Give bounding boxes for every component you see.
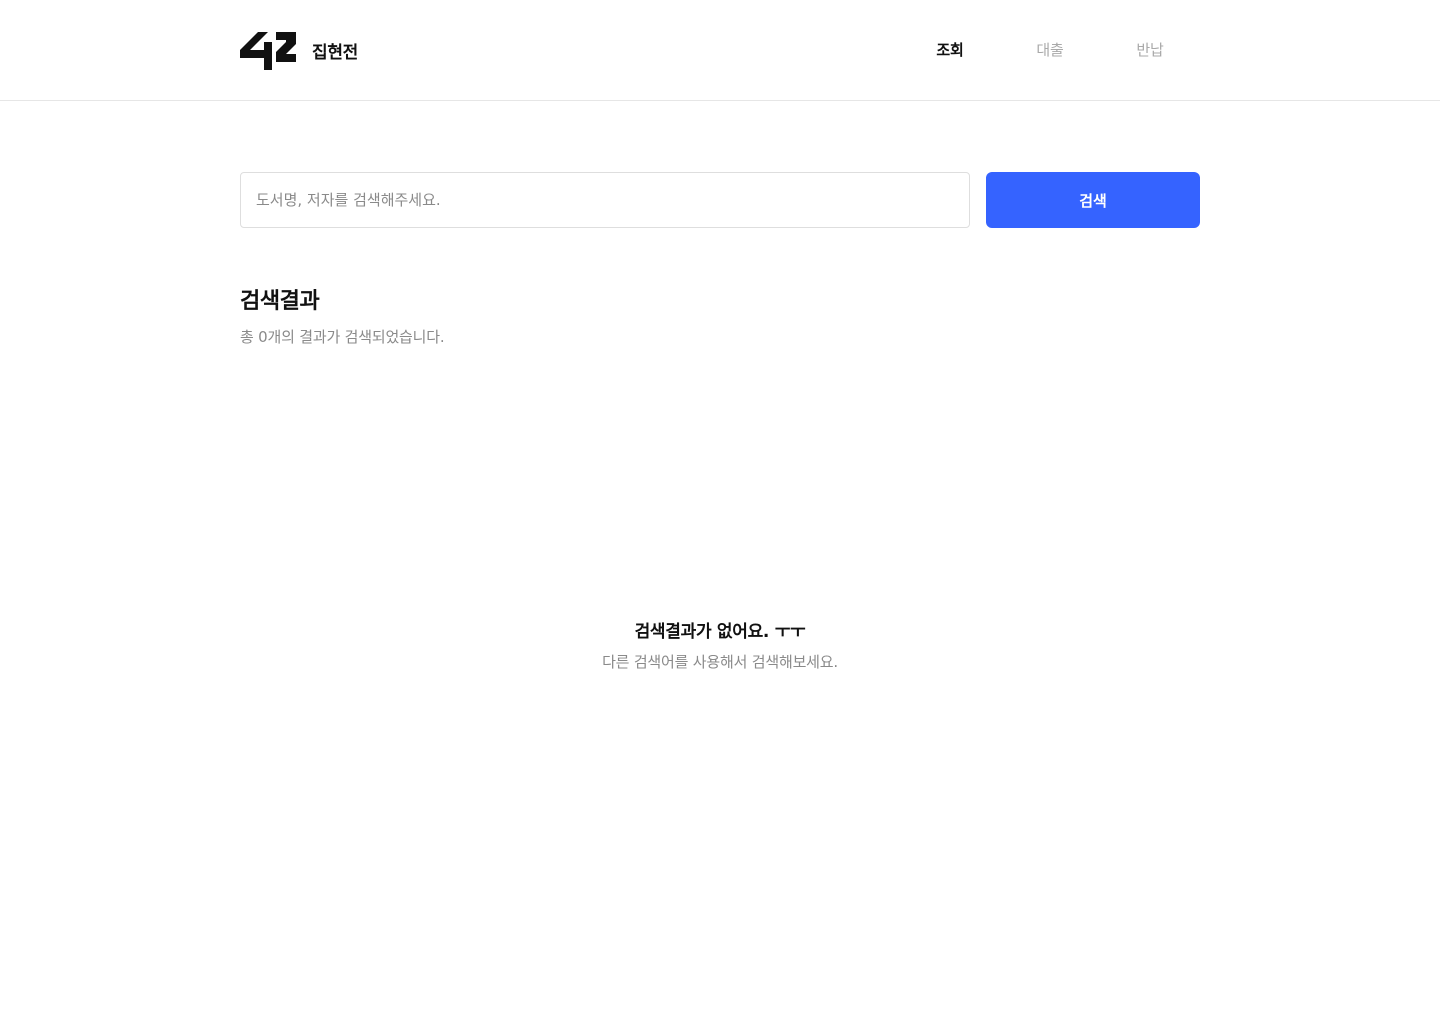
nav-item-search[interactable]: 조회	[900, 38, 1000, 62]
search-button[interactable]: 검색	[986, 172, 1200, 228]
brand-name: 집현전	[312, 42, 359, 63]
search-bar: 검색	[240, 172, 1200, 228]
empty-state: 검색결과가 없어요. ㅜㅜ 다른 검색어를 사용해서 검색해보세요.	[0, 619, 1440, 673]
main-nav: 조회 대출 반납	[900, 38, 1200, 62]
nav-item-return[interactable]: 반납	[1100, 38, 1200, 62]
search-input[interactable]	[240, 172, 970, 228]
results-title: 검색결과	[240, 289, 320, 314]
empty-state-description: 다른 검색어를 사용해서 검색해보세요.	[602, 653, 838, 671]
empty-state-title: 검색결과가 없어요. ㅜㅜ	[634, 622, 806, 642]
results-count: 총 0개의 결과가 검색되었습니다.	[240, 328, 445, 346]
nav-item-loan[interactable]: 대출	[1000, 38, 1100, 62]
top-header: 집현전 조회 대출 반납	[0, 0, 1440, 101]
logo-42-icon	[240, 32, 296, 70]
brand[interactable]: 집현전	[240, 30, 358, 70]
